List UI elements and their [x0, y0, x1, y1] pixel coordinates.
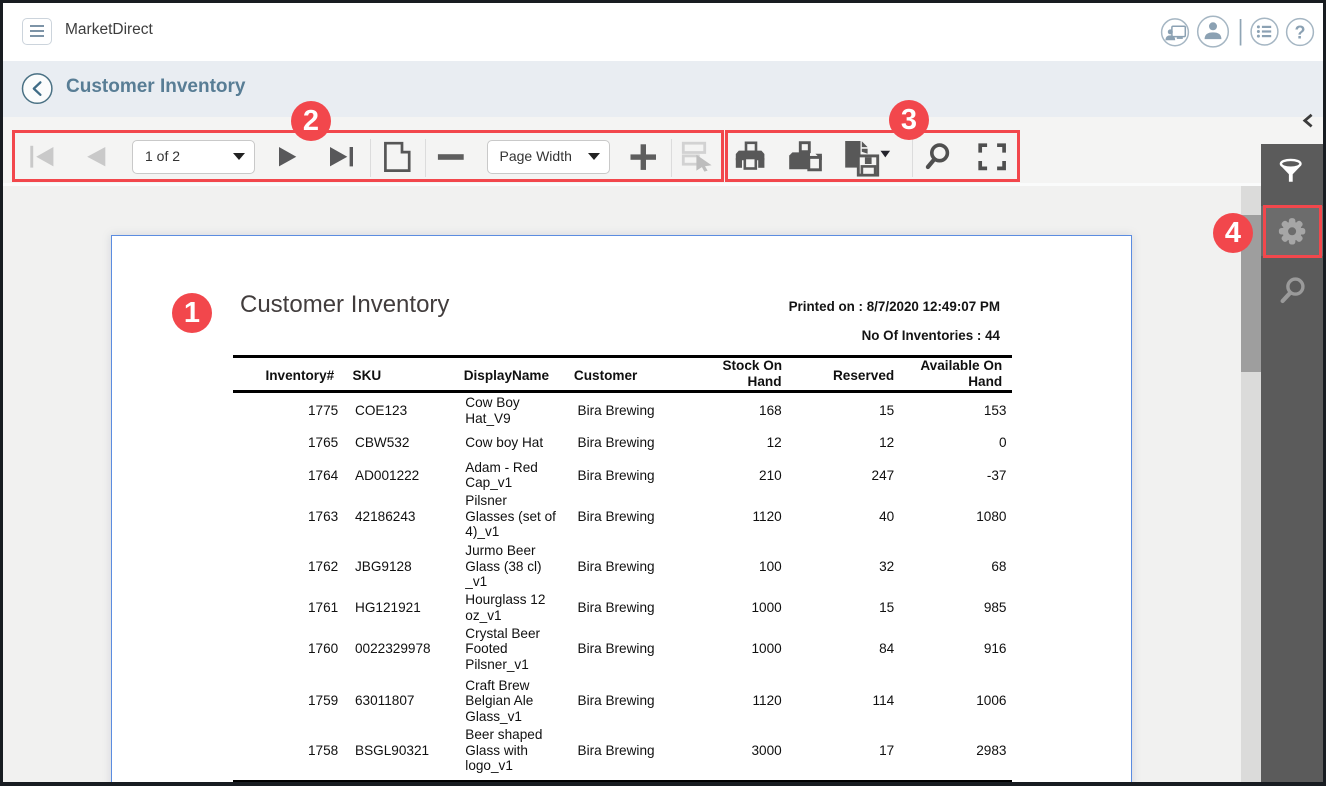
svg-text:?: ? — [1295, 23, 1306, 43]
